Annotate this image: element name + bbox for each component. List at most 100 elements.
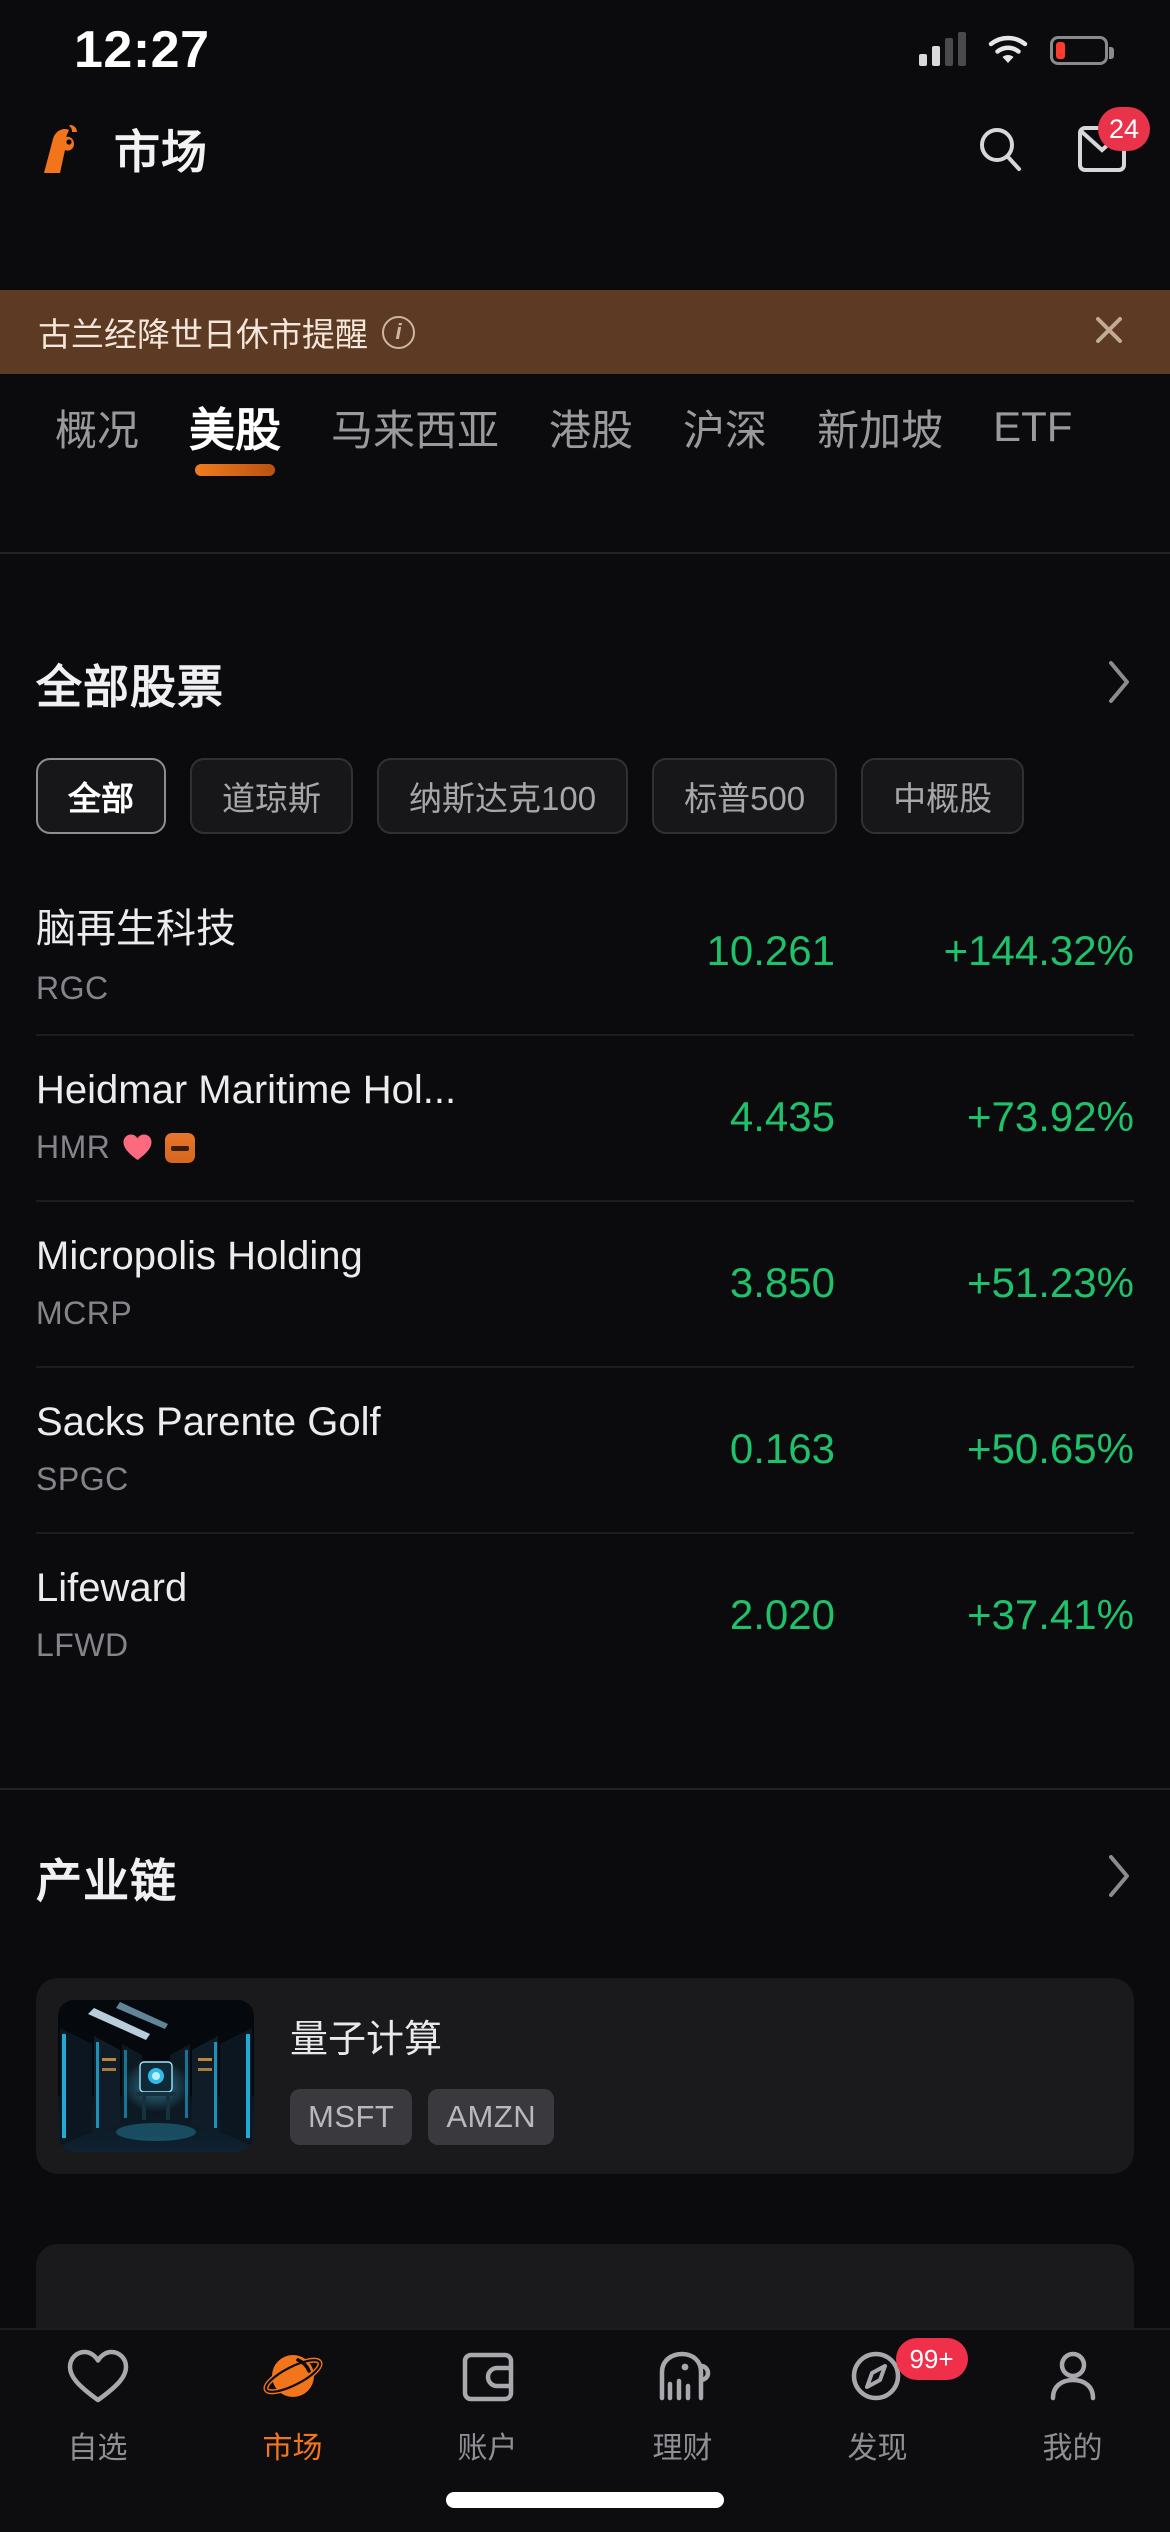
market-tab-us[interactable]: 美股 (164, 394, 306, 460)
chevron-right-icon[interactable] (1104, 658, 1134, 711)
filter-chip-dowjones[interactable]: 道琼斯 (190, 758, 353, 834)
app-header: 市场 24 (0, 100, 1170, 198)
stock-sub: RGC (36, 970, 236, 1007)
stock-identity: Micropolis Holding MCRP (36, 1234, 363, 1332)
chain-card-info: 量子计算 MSFT AMZN (290, 2008, 555, 2145)
header-actions: 24 (972, 107, 1150, 177)
industry-chain-card[interactable]: 量子计算 MSFT AMZN (36, 1978, 1134, 2174)
stock-name: Sacks Parente Golf (36, 1400, 381, 1444)
all-stocks-header[interactable]: 全部股票 (0, 636, 1170, 732)
tab-market[interactable]: 市场 (195, 2348, 390, 2480)
info-icon[interactable]: i (382, 315, 415, 349)
stock-filter-chips[interactable]: 全部 道琼斯 纳斯达克100 标普500 中概股 (0, 755, 1170, 837)
notice-text-wrap: 古兰经降世日休市提醒 i (38, 308, 415, 356)
stock-change: +73.92% (967, 1093, 1134, 1140)
tab-wealth[interactable]: 理财 (585, 2348, 780, 2480)
wallet-icon (457, 2348, 519, 2411)
tab-label: 账户 (457, 2432, 518, 2465)
tab-label: 理财 (652, 2432, 713, 2465)
stock-identity: 脑再生科技 RGC (36, 896, 236, 1007)
stock-change: +51.23% (967, 1259, 1134, 1306)
market-tab-ashares[interactable]: 沪深 (658, 397, 792, 458)
market-tab-etf[interactable]: ETF (968, 403, 1097, 451)
stock-change: +37.41% (967, 1591, 1134, 1638)
section-divider-top (0, 552, 1170, 554)
chain-card-title: 量子计算 (290, 2018, 443, 2061)
filter-chip-all[interactable]: 全部 (36, 758, 166, 834)
brand: 市场 (36, 116, 208, 182)
stock-change: +144.32% (943, 927, 1134, 974)
filter-chip-nasdaq100[interactable]: 纳斯达克100 (377, 758, 629, 834)
wifi-icon (988, 35, 1028, 65)
app-screen: 12:27 市场 24 古兰经降世日休市提醒 i 概况 美股 马来西亚 港股 沪… (0, 0, 1170, 2532)
bottom-navigation: 自选 市场 账户 理财 99+ 发现 我的 (0, 2328, 1170, 2532)
status-time: 12:27 (74, 21, 210, 79)
close-icon[interactable] (1086, 307, 1132, 358)
notice-text: 古兰经降世日休市提醒 (38, 316, 368, 353)
section-divider-chain (0, 1788, 1170, 1790)
battery-icon (1050, 35, 1114, 65)
stock-name: Lifeward (36, 1566, 188, 1610)
chain-card-tags: MSFT AMZN (290, 2088, 555, 2145)
market-tab-singapore[interactable]: 新加坡 (792, 397, 968, 458)
tab-label: 发现 (847, 2432, 908, 2465)
stock-change: +50.65% (967, 1425, 1134, 1472)
tab-discover[interactable]: 99+ 发现 (780, 2338, 975, 2480)
stock-name: Heidmar Maritime Hol... (36, 1068, 457, 1112)
tab-badge: 99+ (895, 2338, 968, 2380)
market-tab-bar[interactable]: 概况 美股 马来西亚 港股 沪深 新加坡 ETF (0, 374, 1170, 480)
person-icon (1042, 2348, 1104, 2411)
stock-identity: Sacks Parente Golf SPGC (36, 1400, 381, 1498)
filter-chip-china[interactable]: 中概股 (861, 758, 1025, 834)
mail-icon[interactable]: 24 (1074, 107, 1150, 177)
market-holiday-notice[interactable]: 古兰经降世日休市提醒 i (0, 290, 1170, 374)
market-tab-malaysia[interactable]: 马来西亚 (306, 397, 524, 458)
stock-sub: MCRP (36, 1295, 363, 1332)
tab-profile[interactable]: 我的 (975, 2348, 1170, 2480)
stock-sub: HMR (36, 1129, 456, 1166)
home-indicator (446, 2492, 724, 2508)
table-row[interactable]: Lifeward LFWD 2.020 +37.41% (0, 1532, 1170, 1698)
bottom-tabs: 自选 市场 账户 理财 99+ 发现 我的 (0, 2330, 1170, 2480)
stock-sub: LFWD (36, 1627, 187, 1664)
stock-identity: Lifeward LFWD (36, 1566, 187, 1664)
moomoo-bull-logo (36, 123, 92, 175)
search-icon[interactable] (972, 121, 1028, 177)
stock-code: HMR (36, 1129, 111, 1165)
mail-badge: 24 (1097, 107, 1150, 151)
piggy-bank-icon (652, 2348, 714, 2411)
chevron-right-icon[interactable] (1104, 1852, 1134, 1905)
tab-account[interactable]: 账户 (390, 2348, 585, 2480)
stock-price: 4.435 (729, 1093, 835, 1140)
chain-tag[interactable]: AMZN (428, 2088, 555, 2145)
filter-chip-sp500[interactable]: 标普500 (652, 758, 838, 834)
industry-chain-title: 产业链 (36, 1855, 177, 1907)
data-center-photo (58, 2000, 254, 2152)
table-row[interactable]: Sacks Parente Golf SPGC 0.163 +50.65% (0, 1366, 1170, 1532)
industry-chain-header[interactable]: 产业链 (0, 1830, 1170, 1926)
status-indicators (919, 32, 1114, 66)
tab-watchlist[interactable]: 自选 (0, 2348, 195, 2480)
stock-price: 0.163 (729, 1425, 835, 1472)
stock-code: SPGC (36, 1461, 129, 1497)
market-tab-hk[interactable]: 港股 (524, 397, 658, 458)
heart-icon (67, 2348, 129, 2411)
stock-sub: SPGC (36, 1461, 381, 1498)
stock-price: 10.261 (706, 927, 835, 974)
tab-label: 自选 (67, 2432, 128, 2465)
stock-price: 3.850 (729, 1259, 835, 1306)
table-row[interactable]: Heidmar Maritime Hol... HMR 4.435 +73.92… (0, 1034, 1170, 1200)
page-title: 市场 (114, 126, 208, 178)
stock-code: MCRP (36, 1295, 133, 1331)
stock-name: 脑再生科技 (36, 906, 236, 951)
chain-tag[interactable]: MSFT (290, 2088, 413, 2145)
table-row[interactable]: Micropolis Holding MCRP 3.850 +51.23% (0, 1200, 1170, 1366)
stock-list: 脑再生科技 RGC 10.261 +144.32% Heidmar Mariti… (0, 868, 1170, 1698)
tab-label: 我的 (1042, 2432, 1103, 2465)
stock-price: 2.020 (729, 1591, 835, 1638)
cellular-signal-icon (919, 32, 966, 66)
planet-icon (262, 2348, 324, 2411)
market-tab-overview[interactable]: 概况 (30, 397, 164, 458)
stock-code: RGC (36, 969, 109, 1006)
table-row[interactable]: 脑再生科技 RGC 10.261 +144.32% (0, 868, 1170, 1034)
